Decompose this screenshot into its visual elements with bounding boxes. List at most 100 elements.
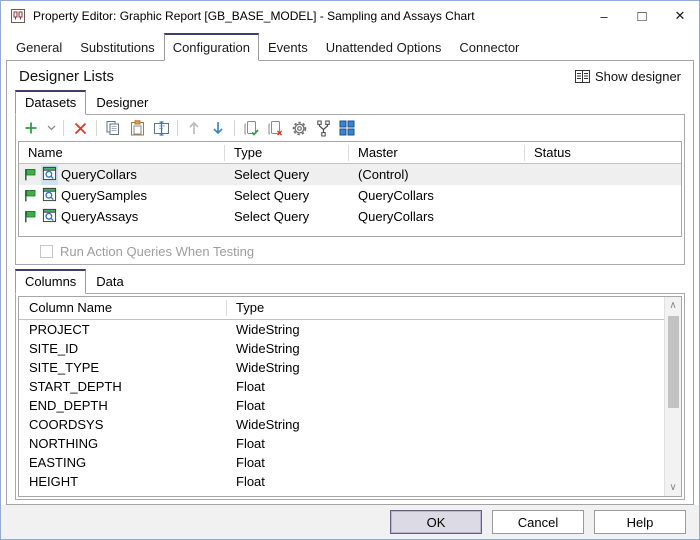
datasets-grid: Name Type Master Status [18, 141, 682, 237]
maximize-button[interactable]: □ [623, 1, 661, 31]
column-header-name[interactable]: Name [19, 145, 225, 161]
flag-icon [23, 167, 38, 182]
scroll-down-icon[interactable]: ∨ [665, 479, 682, 496]
column-row-northing[interactable]: NORTHING Float [19, 434, 681, 453]
show-designer-button[interactable]: Show designer [575, 69, 681, 84]
paste-dataset-icon[interactable] [127, 118, 147, 138]
column-type: Float [227, 455, 681, 470]
query-icon [41, 207, 58, 227]
dataset-type: Select Query [225, 209, 349, 224]
tab-substitutions[interactable]: Substitutions [71, 35, 163, 61]
vertical-scrollbar[interactable]: ∧ ∨ [664, 297, 681, 496]
dialog-button-strip: OK Cancel Help [1, 505, 699, 539]
dataset-row-querycollars[interactable]: QueryCollars Select Query (Control) [19, 164, 681, 185]
tab-unattended-options[interactable]: Unattended Options [317, 35, 451, 61]
copy-dataset-icon[interactable] [103, 118, 123, 138]
show-designer-label: Show designer [595, 69, 681, 84]
column-name: EASTING [19, 455, 227, 470]
help-button[interactable]: Help [594, 510, 686, 534]
tab-designer[interactable]: Designer [86, 91, 158, 115]
flag-icon [23, 209, 38, 224]
tab-configuration[interactable]: Configuration [164, 33, 259, 61]
flag-icon [23, 188, 38, 203]
ok-button[interactable]: OK [390, 510, 482, 534]
column-type: WideString [227, 322, 681, 337]
column-name: SITE_ID [19, 341, 227, 356]
dataset-tab-strip: Datasets Designer [15, 90, 689, 115]
column-name: HEIGHT [19, 474, 227, 489]
add-dataset-icon[interactable] [21, 118, 41, 138]
run-action-queries-checkbox[interactable] [40, 245, 53, 258]
dataset-type: Select Query [225, 167, 349, 182]
column-header-type[interactable]: Type [227, 300, 664, 316]
dataset-master: (Control) [349, 167, 525, 182]
query-icon [41, 186, 58, 206]
tab-data[interactable]: Data [86, 270, 133, 294]
cancel-button[interactable]: Cancel [492, 510, 584, 534]
dataset-layout-grid-icon[interactable] [337, 118, 357, 138]
column-row-site-id[interactable]: SITE_ID WideString [19, 339, 681, 358]
column-type: Float [227, 398, 681, 413]
column-name: PROJECT [19, 322, 227, 337]
designer-window-icon [575, 70, 590, 83]
dataset-row-queryassays[interactable]: QueryAssays Select Query QueryCollars [19, 206, 681, 227]
minimize-button[interactable]: – [585, 1, 623, 31]
dataset-name: QueryAssays [61, 209, 138, 224]
column-row-height[interactable]: HEIGHT Float [19, 472, 681, 491]
page-title: Designer Lists [19, 68, 114, 85]
column-row-site-type[interactable]: SITE_TYPE WideString [19, 358, 681, 377]
query-icon [41, 165, 58, 185]
main-tab-strip: General Substitutions Configuration Even… [1, 31, 699, 60]
tab-datasets[interactable]: Datasets [15, 90, 86, 115]
tab-events[interactable]: Events [259, 35, 317, 61]
column-type: Float [227, 436, 681, 451]
move-down-icon[interactable] [208, 118, 228, 138]
column-row-easting[interactable]: EASTING Float [19, 453, 681, 472]
columns-panel: Column Name Type PROJECT WideString SITE… [15, 293, 685, 500]
close-button[interactable]: ✕ [661, 1, 699, 31]
dataset-type: Select Query [225, 188, 349, 203]
column-name: SITE_TYPE [19, 360, 227, 375]
column-header-master[interactable]: Master [349, 145, 525, 161]
column-type: WideString [227, 341, 681, 356]
delete-dataset-icon[interactable] [70, 118, 90, 138]
dataset-row-querysamples[interactable]: QuerySamples Select Query QueryCollars [19, 185, 681, 206]
dataset-master: QueryCollars [349, 188, 525, 203]
column-name: NORTHING [19, 436, 227, 451]
scrollbar-thumb[interactable] [668, 316, 679, 408]
column-row-coordsys[interactable]: COORDSYS WideString [19, 415, 681, 434]
column-name: END_DEPTH [19, 398, 227, 413]
column-type: Float [227, 474, 681, 489]
move-up-icon[interactable] [184, 118, 204, 138]
rename-dataset-icon[interactable] [151, 118, 171, 138]
dataset-name: QueryCollars [61, 167, 137, 182]
columns-tab-strip: Columns Data [15, 269, 689, 294]
validate-datasets-icon[interactable] [241, 118, 261, 138]
scroll-up-icon[interactable]: ∧ [665, 297, 682, 314]
invalidate-datasets-icon[interactable] [265, 118, 285, 138]
datasets-grid-header: Name Type Master Status [19, 142, 681, 164]
column-header-type[interactable]: Type [225, 145, 349, 161]
column-name: START_DEPTH [19, 379, 227, 394]
run-action-queries-label: Run Action Queries When Testing [60, 244, 254, 259]
column-row-project[interactable]: PROJECT WideString [19, 320, 681, 339]
add-dataset-dropdown-icon[interactable] [45, 118, 57, 138]
column-type: WideString [227, 360, 681, 375]
columns-grid-header: Column Name Type [19, 297, 664, 320]
dataset-settings-icon[interactable] [289, 118, 309, 138]
dataset-name: QuerySamples [61, 188, 147, 203]
column-row-end-depth[interactable]: END_DEPTH Float [19, 396, 681, 415]
window-title: Property Editor: Graphic Report [GB_BASE… [33, 9, 475, 23]
tab-columns[interactable]: Columns [15, 269, 86, 294]
tab-general[interactable]: General [7, 35, 71, 61]
column-header-status[interactable]: Status [525, 145, 681, 161]
column-row-start-depth[interactable]: START_DEPTH Float [19, 377, 681, 396]
column-type: Float [227, 379, 681, 394]
columns-grid: Column Name Type PROJECT WideString SITE… [18, 296, 682, 497]
dataset-dependencies-icon[interactable] [313, 118, 333, 138]
tab-connector[interactable]: Connector [450, 35, 528, 61]
datasets-panel: Name Type Master Status [15, 114, 685, 265]
property-editor-icon [10, 8, 26, 24]
column-header-column-name[interactable]: Column Name [19, 300, 227, 316]
column-name: COORDSYS [19, 417, 227, 432]
